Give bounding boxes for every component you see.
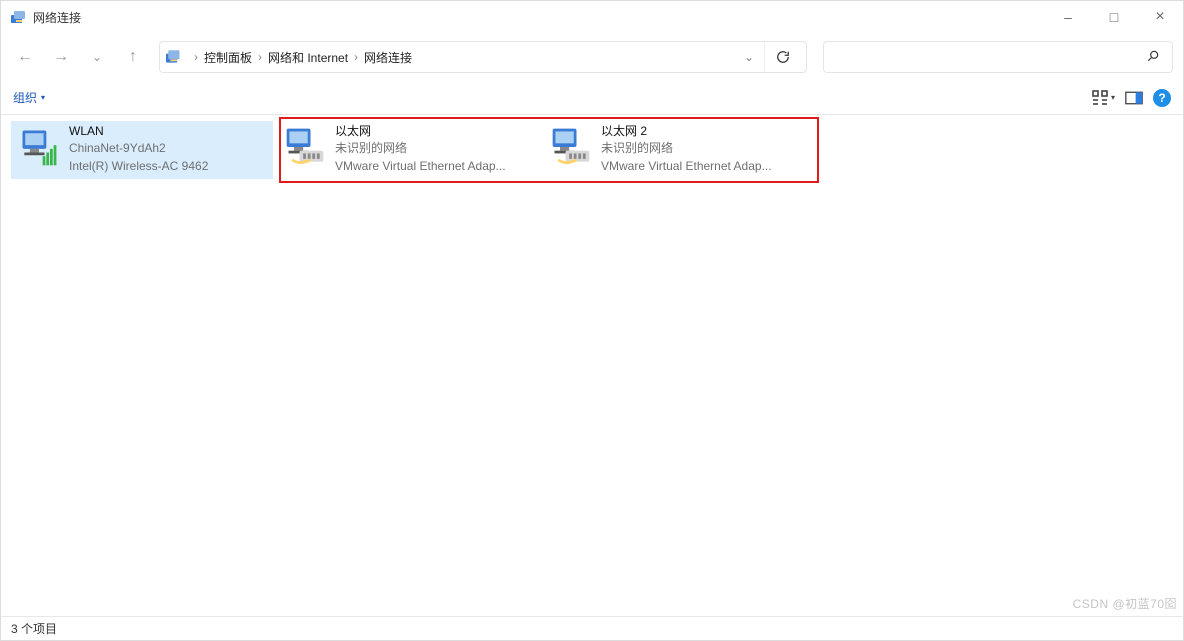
close-button[interactable]: × <box>1137 1 1183 33</box>
connection-item-ethernet[interactable]: 以太网 未识别的网络 VMware Virtual Ethernet Adap.… <box>277 121 539 179</box>
chevron-right-icon: › <box>194 50 198 64</box>
breadcrumb-item[interactable]: 网络和 Internet <box>268 49 348 66</box>
organize-button[interactable]: 组织 ▾ <box>13 89 45 106</box>
connection-status: ChinaNet-9YdAh2 <box>69 140 208 157</box>
chevron-down-icon: ▾ <box>1111 93 1115 102</box>
connection-name: 以太网 2 <box>601 123 772 140</box>
connection-description: Intel(R) Wireless-AC 9462 <box>69 158 208 175</box>
title-bar: 网络连接 – □ × <box>1 1 1183 33</box>
connection-status: 未识别的网络 <box>335 140 506 157</box>
watermark: CSDN @初蓝70囵 <box>1073 595 1177 612</box>
breadcrumb-item[interactable]: 网络连接 <box>364 49 412 66</box>
address-dropdown-icon[interactable]: ⌄ <box>740 50 758 64</box>
organize-label: 组织 <box>13 89 37 106</box>
chevron-down-icon: ▾ <box>41 93 45 102</box>
refresh-button[interactable] <box>764 42 800 72</box>
chevron-right-icon: › <box>354 50 358 64</box>
command-bar: 组织 ▾ ▾ ? <box>1 81 1183 115</box>
wlan-icon <box>17 125 61 169</box>
breadcrumb-item[interactable]: 控制面板 <box>204 49 252 66</box>
ethernet-icon <box>549 125 593 169</box>
forward-button[interactable]: → <box>47 43 75 71</box>
help-button[interactable]: ? <box>1153 89 1171 107</box>
connection-name: 以太网 <box>335 123 506 140</box>
connection-description: VMware Virtual Ethernet Adap... <box>335 158 506 175</box>
window-controls: – □ × <box>1045 1 1183 33</box>
connection-item-wlan[interactable]: WLAN ChinaNet-9YdAh2 Intel(R) Wireless-A… <box>11 121 273 179</box>
location-icon <box>166 48 184 66</box>
connection-description: VMware Virtual Ethernet Adap... <box>601 158 772 175</box>
up-button[interactable]: ↑ <box>119 43 147 71</box>
content-area: WLAN ChinaNet-9YdAh2 Intel(R) Wireless-A… <box>1 115 1183 616</box>
chevron-right-icon: › <box>258 50 262 64</box>
navigation-bar: ← → ⌄ ↑ › 控制面板 › 网络和 Internet › 网络连接 ⌄ <box>1 33 1183 81</box>
status-bar: 3 个项目 <box>1 616 1183 640</box>
connections-list: WLAN ChinaNet-9YdAh2 Intel(R) Wireless-A… <box>1 115 1183 185</box>
connection-status: 未识别的网络 <box>601 140 772 157</box>
search-icon <box>1146 49 1160 66</box>
search-box[interactable] <box>823 41 1173 73</box>
item-count: 3 个项目 <box>11 620 57 637</box>
minimize-button[interactable]: – <box>1045 1 1091 33</box>
window-icon <box>11 9 27 25</box>
breadcrumb: 控制面板 › 网络和 Internet › 网络连接 <box>204 49 740 66</box>
address-bar[interactable]: › 控制面板 › 网络和 Internet › 网络连接 ⌄ <box>159 41 807 73</box>
connection-name: WLAN <box>69 123 208 140</box>
maximize-button[interactable]: □ <box>1091 1 1137 33</box>
view-options-button[interactable]: ▾ <box>1092 90 1115 106</box>
connection-item-ethernet2[interactable]: 以太网 2 未识别的网络 VMware Virtual Ethernet Ada… <box>543 121 805 179</box>
ethernet-icon <box>283 125 327 169</box>
preview-pane-button[interactable] <box>1125 91 1143 105</box>
nav-arrows: ← → ⌄ ↑ <box>11 43 147 71</box>
back-button[interactable]: ← <box>11 43 39 71</box>
recent-button[interactable]: ⌄ <box>83 43 111 71</box>
window-title: 网络连接 <box>33 9 1045 26</box>
